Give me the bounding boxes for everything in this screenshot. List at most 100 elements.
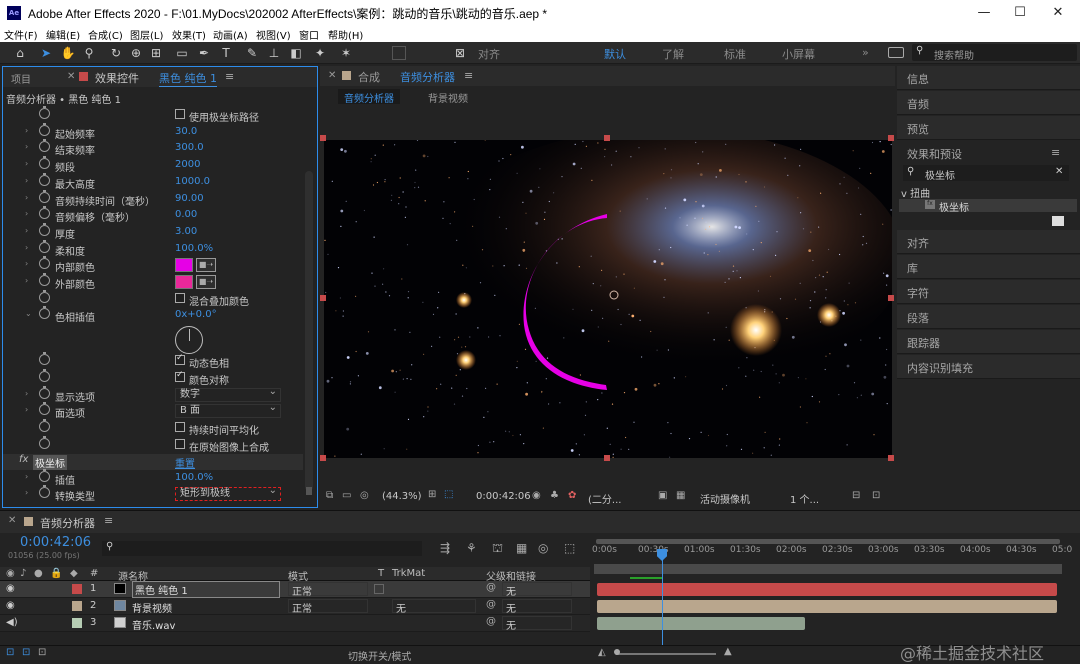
property-dropdown[interactable]: B 面 bbox=[175, 402, 281, 419]
zoom-out-icon[interactable]: ◭ bbox=[598, 647, 606, 658]
camera-tool-icon[interactable]: ⊕ bbox=[128, 45, 144, 61]
workspace-more[interactable]: » bbox=[862, 46, 869, 59]
stopwatch-icon[interactable] bbox=[39, 206, 50, 220]
layer-track-bar[interactable] bbox=[597, 583, 1057, 596]
resolution-grid-icon[interactable]: ⊞ bbox=[428, 489, 436, 500]
property-value[interactable]: 3.00 bbox=[175, 226, 197, 237]
property-value[interactable]: 100.0% bbox=[175, 472, 213, 483]
maximize-button[interactable]: ☐ bbox=[1002, 2, 1038, 24]
chevron-right-icon[interactable]: › bbox=[25, 389, 28, 398]
composition-viewer[interactable] bbox=[324, 140, 892, 458]
zoom-level[interactable]: (44.3%) bbox=[382, 491, 422, 502]
chevron-right-icon[interactable]: › bbox=[25, 176, 28, 185]
panel-libraries[interactable]: 库 bbox=[897, 255, 1080, 279]
panel-toggle-icon[interactable] bbox=[888, 47, 904, 58]
color-swatch[interactable] bbox=[175, 258, 193, 273]
menu-effect[interactable]: 效果(T) bbox=[172, 27, 206, 42]
channel-icon[interactable]: ✿ bbox=[568, 490, 576, 501]
zoom-tool-icon[interactable]: ⚲ bbox=[81, 45, 97, 61]
hue-value[interactable]: 0x+0.0° bbox=[175, 309, 217, 320]
show-snapshot-icon[interactable]: ♣ bbox=[550, 490, 559, 501]
property-value[interactable]: 90.00 bbox=[175, 193, 204, 204]
stopwatch-icon[interactable] bbox=[39, 189, 50, 203]
zoom-slider-thumb[interactable] bbox=[614, 649, 620, 655]
menu-window[interactable]: 窗口 bbox=[299, 27, 319, 42]
property-checkbox[interactable] bbox=[175, 370, 185, 382]
close-icon[interactable]: ✕ bbox=[67, 71, 75, 82]
clear-search-icon[interactable]: ✕ bbox=[1055, 166, 1063, 177]
stopwatch-icon[interactable] bbox=[39, 418, 50, 432]
property-value[interactable]: 1000.0 bbox=[175, 176, 210, 187]
chevron-right-icon[interactable]: › bbox=[25, 472, 28, 481]
chevron-right-icon[interactable]: › bbox=[25, 159, 28, 168]
home-icon[interactable]: ⌂ bbox=[12, 45, 28, 61]
stopwatch-icon[interactable] bbox=[39, 352, 50, 366]
bounding-handle[interactable] bbox=[320, 295, 326, 301]
stopwatch-icon[interactable] bbox=[39, 368, 50, 382]
chevron-right-icon[interactable]: › bbox=[25, 243, 28, 252]
snap-icon[interactable]: ⊠ bbox=[452, 45, 468, 61]
bounding-handle[interactable] bbox=[320, 455, 326, 461]
chevron-right-icon[interactable]: › bbox=[25, 226, 28, 235]
stopwatch-icon[interactable] bbox=[39, 435, 50, 449]
property-checkbox[interactable] bbox=[175, 438, 185, 449]
stopwatch-icon[interactable] bbox=[39, 156, 50, 170]
workspace-default[interactable]: 默认 bbox=[604, 46, 626, 62]
chevron-right-icon[interactable]: › bbox=[25, 259, 28, 268]
3d-view-icon[interactable]: ⊡ bbox=[872, 490, 880, 501]
property-value[interactable]: 300.0 bbox=[175, 142, 204, 153]
panel-preview[interactable]: 预览 bbox=[897, 116, 1080, 140]
hand-tool-icon[interactable]: ✋ bbox=[60, 45, 76, 61]
close-icon[interactable]: ✕ bbox=[328, 70, 336, 81]
stopwatch-icon[interactable] bbox=[39, 256, 50, 270]
layout-icon[interactable]: ⊟ bbox=[852, 490, 860, 501]
panel-audio[interactable]: 音频 bbox=[897, 91, 1080, 115]
panel-align[interactable]: 对齐 bbox=[897, 230, 1080, 254]
property-value[interactable]: 100.0% bbox=[175, 243, 213, 254]
chevron-right-icon[interactable]: › bbox=[25, 276, 28, 285]
chevron-right-icon[interactable]: › bbox=[25, 193, 28, 202]
snapshot-icon[interactable]: ◉ bbox=[532, 490, 541, 501]
mask-visibility-icon[interactable]: ⬚ bbox=[444, 489, 453, 500]
stopwatch-icon[interactable] bbox=[39, 306, 50, 320]
eraser-tool-icon[interactable]: ◧ bbox=[288, 45, 304, 61]
menu-file[interactable]: 文件(F) bbox=[4, 27, 38, 42]
fx-reset-button[interactable]: 重置 bbox=[175, 455, 195, 470]
fx-header-polar[interactable]: fx 极坐标 重置 bbox=[3, 454, 303, 471]
menu-edit[interactable]: 编辑(E) bbox=[46, 27, 80, 42]
property-checkbox[interactable] bbox=[175, 292, 185, 303]
eyedropper-icon[interactable]: ■➝ bbox=[196, 258, 216, 273]
stopwatch-icon[interactable] bbox=[39, 289, 50, 303]
stopwatch-icon[interactable] bbox=[39, 385, 50, 399]
scrollbar-thumb[interactable] bbox=[306, 487, 312, 495]
rectangle-tool-icon[interactable]: ▭ bbox=[174, 45, 190, 61]
roto-brush-tool-icon[interactable]: ✦ bbox=[312, 45, 328, 61]
chevron-right-icon[interactable]: › bbox=[25, 142, 28, 151]
workspace-learn[interactable]: 了解 bbox=[662, 46, 684, 62]
vr-icon[interactable]: ◎ bbox=[360, 490, 369, 501]
subtab-background-video[interactable]: 背景视频 bbox=[422, 89, 474, 106]
zoom-slider[interactable] bbox=[616, 653, 716, 655]
tab-composition[interactable]: 合成 bbox=[358, 69, 380, 85]
stopwatch-icon[interactable] bbox=[39, 273, 50, 286]
pan-behind-tool-icon[interactable]: ⊞ bbox=[148, 45, 164, 61]
tree-group-distort[interactable]: v 扭曲 bbox=[901, 185, 930, 200]
stopwatch-icon[interactable] bbox=[39, 122, 50, 136]
menu-layer[interactable]: 图层(L) bbox=[130, 27, 163, 42]
effects-search-input[interactable]: ⚲ 极坐标 ✕ bbox=[903, 165, 1069, 182]
stopwatch-icon[interactable] bbox=[39, 222, 50, 236]
panel-tracker[interactable]: 跟踪器 bbox=[897, 330, 1080, 354]
bounding-handle[interactable] bbox=[888, 455, 894, 461]
toggle-switches-modes[interactable]: 切换开关/模式 bbox=[348, 648, 411, 663]
bounding-handle[interactable] bbox=[604, 135, 610, 141]
fx-icon[interactable]: fx bbox=[19, 454, 28, 465]
property-dropdown[interactable]: 矩形到极线 bbox=[175, 485, 281, 502]
zoom-in-icon[interactable]: ▲ bbox=[724, 646, 732, 657]
panel-content-aware-fill[interactable]: 内容识别填充 bbox=[897, 355, 1080, 379]
bounding-handle[interactable] bbox=[320, 135, 326, 141]
stopwatch-icon[interactable] bbox=[39, 485, 50, 499]
property-checkbox[interactable] bbox=[175, 421, 185, 432]
stopwatch-icon[interactable] bbox=[39, 469, 50, 483]
bounding-handle[interactable] bbox=[888, 135, 894, 141]
property-dropdown[interactable]: 数字 bbox=[175, 386, 281, 402]
